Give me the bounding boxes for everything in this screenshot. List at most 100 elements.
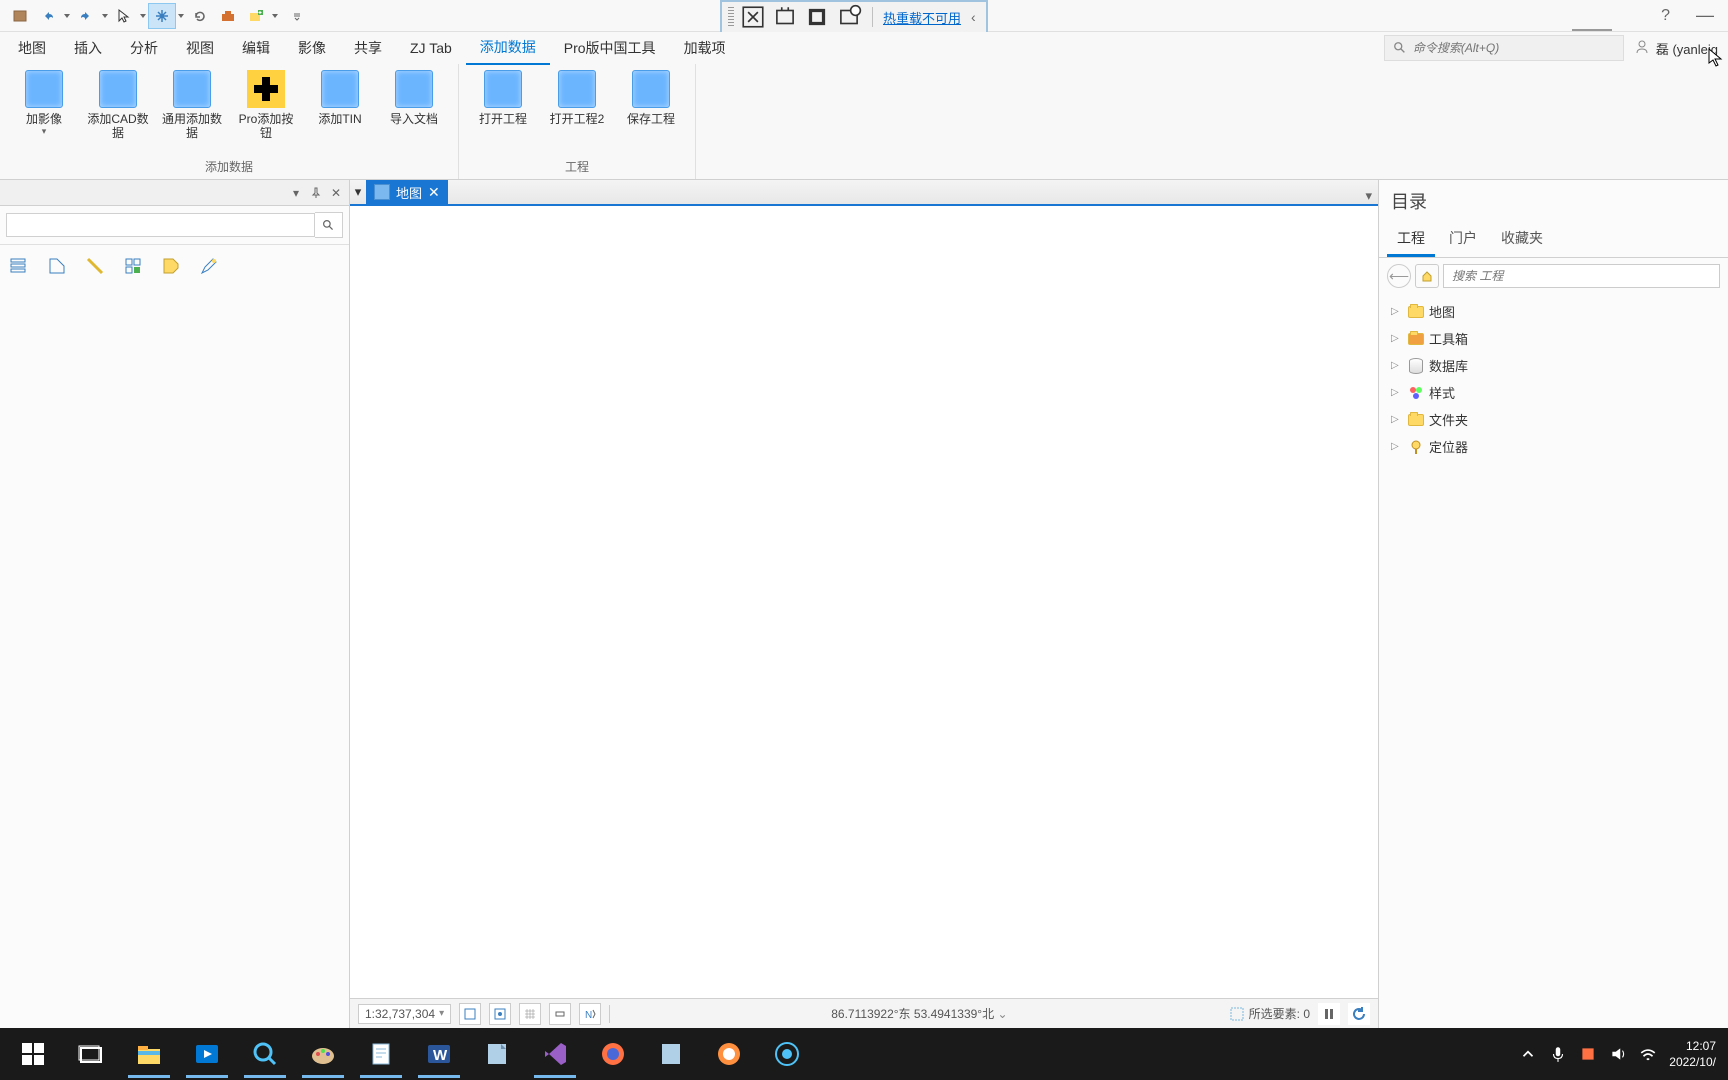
sb-btn-5[interactable]: N <box>579 1003 601 1025</box>
tab-share[interactable]: 共享 <box>340 32 396 64</box>
coordinates-display[interactable]: 86.7113922°东 53.4941339°北 ⌄ <box>618 1005 1221 1022</box>
select-dropdown[interactable] <box>138 12 148 20</box>
tray-expand-icon[interactable] <box>1519 1045 1537 1063</box>
list-by-selection-button[interactable] <box>80 251 110 281</box>
toolbox-button[interactable] <box>214 3 242 29</box>
add-tin-button[interactable]: 添加TIN <box>304 68 376 156</box>
debug-btn-3[interactable] <box>804 5 830 29</box>
tab-addins[interactable]: 加载项 <box>670 32 740 64</box>
view-tabs-menu[interactable]: ▾ <box>350 180 366 204</box>
taskbar-notepad[interactable] <box>352 1030 410 1078</box>
tray-volume-icon[interactable] <box>1609 1045 1627 1063</box>
help-button[interactable]: ? <box>1653 7 1678 25</box>
refresh-button[interactable] <box>1348 1003 1370 1025</box>
tab-close-button[interactable]: ✕ <box>428 184 440 201</box>
import-doc-button[interactable]: 导入文档 <box>378 68 450 156</box>
tab-zj[interactable]: ZJ Tab <box>396 34 466 62</box>
taskbar-magnifier[interactable] <box>236 1030 294 1078</box>
expand-icon[interactable]: ▷ <box>1391 441 1403 452</box>
taskbar-app-1[interactable] <box>642 1030 700 1078</box>
catalog-tab-favorites[interactable]: 收藏夹 <box>1491 222 1553 257</box>
panel-menu-button[interactable]: ▾ <box>287 184 305 202</box>
expand-icon[interactable]: ▷ <box>1391 306 1403 317</box>
tree-item-folders[interactable]: ▷文件夹 <box>1379 406 1728 433</box>
map-view-tab[interactable]: 地图 ✕ <box>366 180 448 204</box>
taskbar-explorer[interactable] <box>120 1030 178 1078</box>
panel-close-button[interactable]: ✕ <box>327 184 345 202</box>
tab-china-tools[interactable]: Pro版中国工具 <box>550 32 670 64</box>
tree-item-database[interactable]: ▷数据库 <box>1379 352 1728 379</box>
explore-button[interactable] <box>148 3 176 29</box>
tray-security-icon[interactable] <box>1579 1045 1597 1063</box>
task-view-button[interactable] <box>62 1030 120 1078</box>
expand-icon[interactable]: ▷ <box>1391 360 1403 371</box>
view-tabs-overflow[interactable]: ▾ <box>1359 188 1378 204</box>
catalog-search-input[interactable] <box>1443 264 1720 288</box>
reset-button[interactable] <box>186 3 214 29</box>
pause-button[interactable] <box>1318 1003 1340 1025</box>
undo-button[interactable] <box>34 3 62 29</box>
tray-wifi-icon[interactable] <box>1639 1045 1657 1063</box>
undo-dropdown[interactable] <box>62 12 72 20</box>
expand-icon[interactable]: ▷ <box>1391 333 1403 344</box>
redo-button[interactable] <box>72 3 100 29</box>
tree-item-maps[interactable]: ▷地图 <box>1379 298 1728 325</box>
project-button[interactable] <box>6 3 34 29</box>
taskbar-notes[interactable] <box>468 1030 526 1078</box>
expand-icon[interactable]: ▷ <box>1391 414 1403 425</box>
tab-imagery[interactable]: 影像 <box>284 32 340 64</box>
user-account[interactable]: 磊 (yanleig <box>1624 39 1728 58</box>
contents-tree-root[interactable] <box>0 287 349 303</box>
list-by-drawing-order-button[interactable] <box>4 251 34 281</box>
nav-home-button[interactable] <box>1415 264 1439 288</box>
clock[interactable]: 12:07 2022/10/ <box>1669 1038 1716 1070</box>
hot-reload-link[interactable]: 热重载不可用 <box>883 8 961 27</box>
taskbar-app-3[interactable] <box>758 1030 816 1078</box>
open-project2-button[interactable]: 打开工程2 <box>541 68 613 156</box>
add-generic-button[interactable]: 通用添加数据 <box>156 68 228 156</box>
debug-btn-4[interactable] <box>836 5 862 29</box>
tree-item-styles[interactable]: ▷样式 <box>1379 379 1728 406</box>
debug-btn-2[interactable] <box>772 5 798 29</box>
taskbar-visualstudio[interactable] <box>526 1030 584 1078</box>
explore-dropdown[interactable] <box>176 12 186 20</box>
tab-insert[interactable]: 插入 <box>60 32 116 64</box>
taskbar-paint[interactable] <box>294 1030 352 1078</box>
pro-add-button[interactable]: Pro添加按钮 <box>230 68 302 156</box>
redo-dropdown[interactable] <box>100 12 110 20</box>
sb-btn-4[interactable] <box>549 1003 571 1025</box>
sb-btn-1[interactable] <box>459 1003 481 1025</box>
debug-btn-1[interactable] <box>740 5 766 29</box>
taskbar-word[interactable]: W <box>410 1030 468 1078</box>
sb-btn-2[interactable] <box>489 1003 511 1025</box>
list-by-source-button[interactable] <box>42 251 72 281</box>
tab-add-data[interactable]: 添加数据 <box>466 31 550 65</box>
expand-icon[interactable]: ▷ <box>1391 387 1403 398</box>
save-project-button[interactable]: 保存工程 <box>615 68 687 156</box>
list-by-editing-button[interactable] <box>118 251 148 281</box>
tab-view[interactable]: 视图 <box>172 32 228 64</box>
command-search[interactable] <box>1384 35 1624 61</box>
add-imagery-button[interactable]: 加影像▾ <box>8 68 80 156</box>
nav-back-button[interactable]: ⟵ <box>1387 264 1411 288</box>
add-folder-dropdown[interactable] <box>270 12 280 20</box>
scale-selector[interactable]: 1:32,737,304 ▾ <box>358 1004 451 1024</box>
tree-item-toolbox[interactable]: ▷工具箱 <box>1379 325 1728 352</box>
open-project-button[interactable]: 打开工程 <box>467 68 539 156</box>
grip-icon[interactable] <box>728 7 734 27</box>
qat-customize[interactable] <box>292 11 302 21</box>
tray-mic-icon[interactable] <box>1549 1045 1567 1063</box>
command-search-input[interactable] <box>1413 41 1615 55</box>
tab-analysis[interactable]: 分析 <box>116 32 172 64</box>
add-cad-button[interactable]: 添加CAD数据 <box>82 68 154 156</box>
select-arrow-button[interactable] <box>110 3 138 29</box>
catalog-tab-project[interactable]: 工程 <box>1387 222 1435 257</box>
tree-item-locators[interactable]: ▷定位器 <box>1379 433 1728 460</box>
taskbar-media[interactable] <box>178 1030 236 1078</box>
tab-map[interactable]: 地图 <box>4 32 60 64</box>
list-by-labeling-button[interactable] <box>156 251 186 281</box>
start-button[interactable] <box>4 1030 62 1078</box>
panel-pin-button[interactable] <box>307 184 325 202</box>
list-by-snapping-button[interactable] <box>194 251 224 281</box>
debug-collapse-icon[interactable]: ‹ <box>967 9 980 25</box>
